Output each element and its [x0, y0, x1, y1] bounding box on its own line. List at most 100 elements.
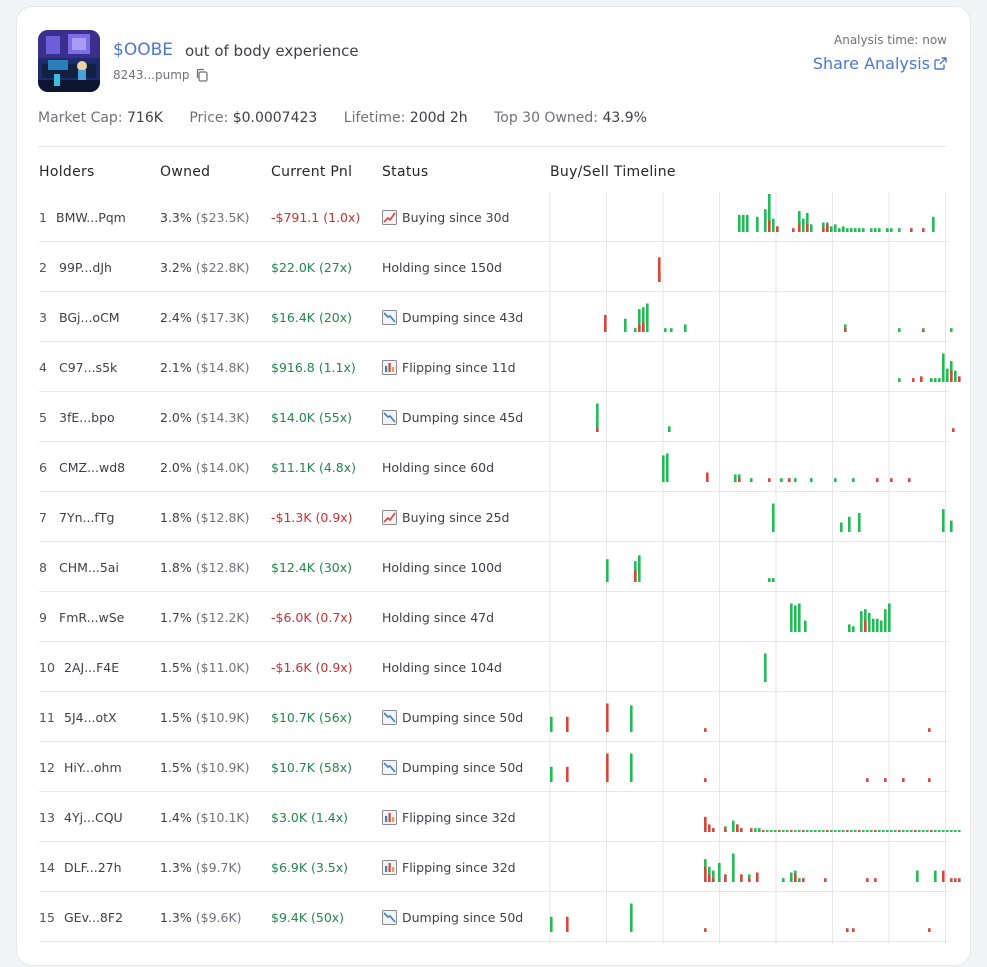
buy-bar: [902, 830, 905, 832]
sell-bar: [846, 830, 849, 832]
buy-bar: [830, 226, 833, 232]
buy-bar: [772, 578, 775, 582]
buy-bar: [734, 474, 737, 482]
buy-bar: [738, 214, 741, 232]
sell-bar: [790, 830, 793, 832]
buy-bar: [768, 578, 771, 582]
buy-bar: [874, 228, 877, 232]
buy-bar: [846, 228, 849, 232]
buy-bar: [634, 328, 637, 332]
sell-bar: [776, 226, 779, 232]
buy-bar: [876, 618, 879, 632]
buy-bar: [934, 870, 937, 882]
buy-bar: [894, 830, 897, 832]
buy-bar: [898, 378, 901, 382]
buy-bar: [840, 522, 843, 532]
buy-bar: [884, 609, 887, 632]
sell-bar: [890, 478, 893, 482]
buy-bar: [834, 478, 837, 482]
buy-bar: [764, 209, 767, 232]
buy-bar: [848, 516, 851, 532]
buy-bar: [886, 830, 889, 832]
buy-bar: [918, 830, 921, 832]
sell-bar: [826, 224, 829, 232]
sell-bar: [802, 878, 805, 882]
buy-bar: [774, 830, 777, 832]
sell-bar: [738, 478, 741, 482]
analysis-card: $OOBE out of body experience 8243...pump…: [16, 6, 971, 966]
buy-bar: [946, 368, 949, 382]
sell-bar: [822, 228, 825, 232]
sell-bar: [658, 257, 661, 282]
buy-bar: [950, 520, 953, 532]
buy-sell-timeline: [549, 192, 961, 944]
sell-bar: [768, 478, 771, 482]
buy-bar: [942, 353, 945, 382]
sell-bar: [866, 778, 869, 782]
sell-bar: [902, 778, 905, 782]
buy-bar: [770, 830, 773, 832]
sell-bar: [704, 728, 707, 732]
buy-bar: [804, 620, 807, 632]
buy-bar: [942, 830, 945, 832]
sell-bar: [846, 928, 849, 932]
buy-bar: [664, 328, 667, 332]
buy-bar: [850, 830, 853, 832]
sell-bar: [928, 778, 931, 782]
sell-bar: [634, 570, 637, 582]
buy-bar: [746, 214, 749, 232]
sell-bar: [724, 828, 727, 832]
buy-bar: [806, 830, 809, 832]
buy-bar: [786, 830, 789, 832]
buy-bar: [862, 228, 865, 232]
buy-bar: [798, 878, 801, 882]
buy-bar: [872, 618, 875, 632]
buy-bar: [780, 478, 783, 482]
sell-bar: [740, 828, 743, 832]
buy-bar: [858, 228, 861, 232]
buy-bar: [814, 830, 817, 832]
sell-bar: [596, 428, 599, 432]
sell-bar: [768, 220, 771, 232]
buy-bar: [596, 403, 599, 432]
sell-bar: [922, 330, 925, 332]
sell-bar: [866, 878, 869, 882]
sell-bar: [794, 874, 797, 882]
buy-bar: [684, 324, 687, 332]
buy-bar: [742, 214, 745, 232]
buy-bar: [732, 820, 735, 832]
buy-bar: [926, 830, 929, 832]
buy-bar: [870, 228, 873, 232]
sell-bar: [912, 378, 915, 382]
buy-bar: [750, 478, 753, 482]
buy-bar: [666, 453, 669, 482]
buy-bar: [862, 830, 865, 832]
sell-bar: [704, 778, 707, 782]
buy-bar: [772, 218, 775, 232]
buy-bar: [890, 830, 893, 832]
buy-bar: [794, 478, 797, 482]
sell-bar: [642, 322, 645, 332]
sell-bar: [874, 830, 877, 832]
buy-bar: [958, 830, 961, 832]
buy-bar: [624, 318, 627, 332]
sell-bar: [724, 874, 727, 882]
buy-bar: [834, 224, 837, 232]
sell-bar: [884, 778, 887, 782]
sell-bar: [704, 866, 707, 882]
buy-bar: [834, 830, 837, 832]
buy-bar: [954, 370, 957, 382]
buy-bar: [916, 870, 919, 882]
buy-bar: [954, 830, 957, 832]
buy-bar: [756, 216, 759, 232]
sell-bar: [898, 830, 901, 832]
buy-bar: [630, 705, 633, 732]
buy-bar: [810, 224, 813, 232]
sell-bar: [852, 928, 855, 932]
buy-bar: [898, 228, 901, 232]
sell-bar: [566, 916, 569, 932]
buy-bar: [910, 830, 913, 832]
sell-bar: [638, 324, 641, 332]
buy-bar: [930, 378, 933, 382]
sell-bar: [914, 830, 917, 832]
